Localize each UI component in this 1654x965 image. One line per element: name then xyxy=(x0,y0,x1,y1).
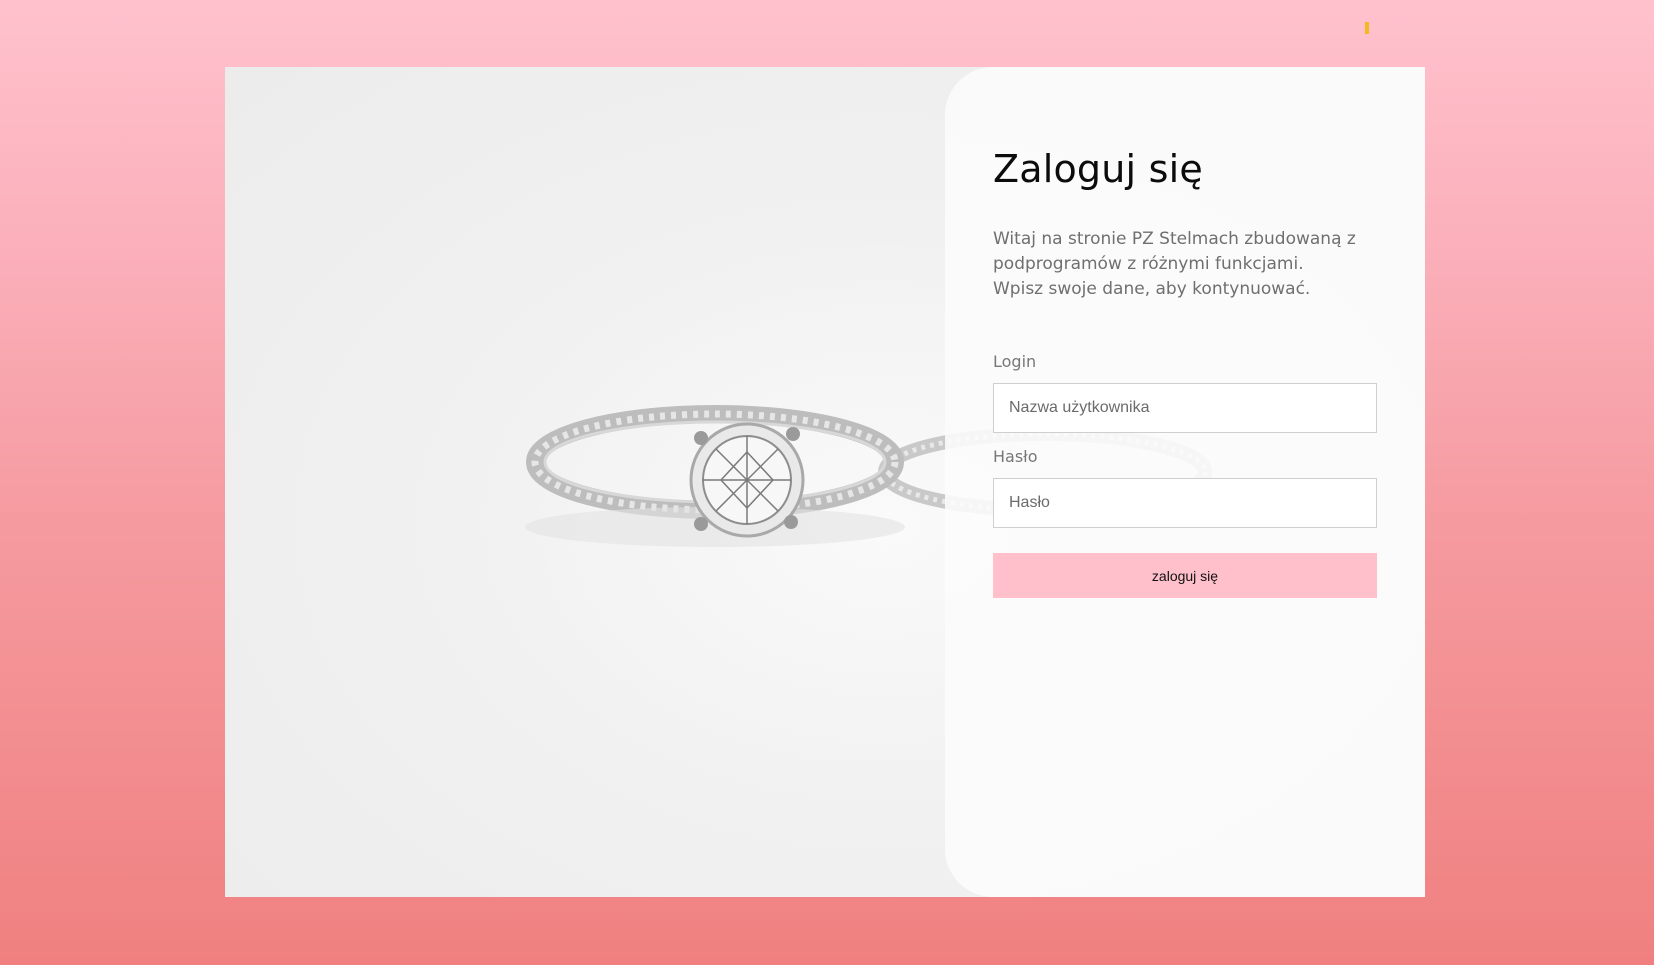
login-card: Zaloguj się Witaj na stronie PZ Stelmach… xyxy=(225,67,1425,897)
login-label: Login xyxy=(993,352,1037,371)
password-label: Hasło xyxy=(993,447,1038,466)
login-panel: Zaloguj się Witaj na stronie PZ Stelmach… xyxy=(945,67,1425,897)
login-input[interactable] xyxy=(993,383,1377,433)
description-line: podprogramów z różnymi funkcjami. xyxy=(993,254,1304,274)
welcome-description: Witaj na stronie PZ Stelmach zbudowaną z… xyxy=(993,227,1393,302)
description-line: Wpisz swoje dane, aby kontynuować. xyxy=(993,279,1311,299)
login-button[interactable]: zaloguj się xyxy=(993,553,1377,598)
top-marker xyxy=(1365,22,1369,34)
password-input[interactable] xyxy=(993,478,1377,528)
description-line: Witaj na stronie PZ Stelmach zbudowaną z xyxy=(993,229,1356,249)
page-title: Zaloguj się xyxy=(993,147,1203,191)
